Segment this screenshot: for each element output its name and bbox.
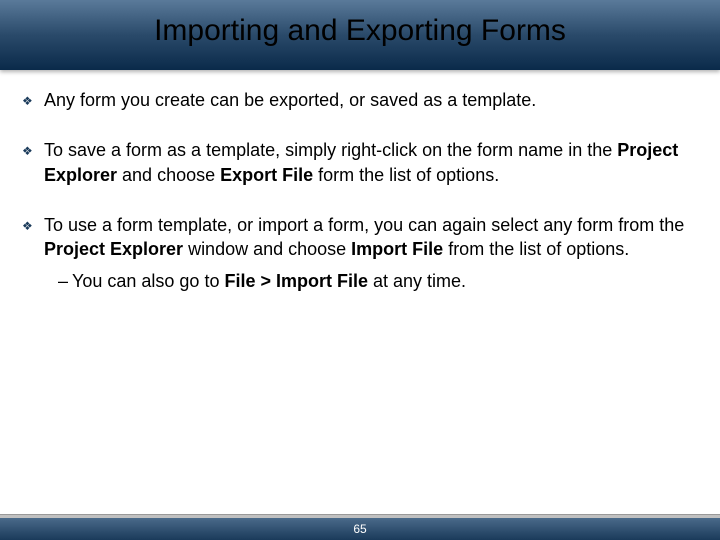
text-run: To use a form template, or import a form… [44, 215, 684, 235]
bullet-item: ❖ To use a form template, or import a fo… [22, 213, 698, 262]
text-run: from the list of options. [443, 239, 629, 259]
text-run: window and choose [183, 239, 351, 259]
diamond-bullet-icon: ❖ [22, 93, 34, 109]
slide-footer: 65 [0, 518, 720, 540]
bold-text: File > Import File [224, 271, 368, 291]
page-number: 65 [353, 522, 366, 536]
sub-bullet-item: –You can also go to File > Import File a… [58, 269, 698, 293]
text-run: at any time. [368, 271, 466, 291]
text-run: To save a form as a template, simply rig… [44, 140, 617, 160]
bold-text: Import File [351, 239, 443, 259]
diamond-bullet-icon: ❖ [22, 218, 34, 234]
diamond-bullet-icon: ❖ [22, 143, 34, 159]
text-run: and choose [117, 165, 220, 185]
bullet-item: ❖ To save a form as a template, simply r… [22, 138, 698, 187]
text-run: form the list of options. [313, 165, 499, 185]
bullet-text: To save a form as a template, simply rig… [44, 138, 698, 187]
dash-bullet-icon: – [58, 269, 72, 293]
bullet-text: To use a form template, or import a form… [44, 213, 698, 262]
bullet-item: ❖ Any form you create can be exported, o… [22, 88, 698, 112]
slide-title: Importing and Exporting Forms [0, 14, 720, 48]
bullet-text: Any form you create can be exported, or … [44, 88, 698, 112]
bold-text: Export File [220, 165, 313, 185]
text-run: You can also go to [72, 271, 224, 291]
slide-content: ❖ Any form you create can be exported, o… [0, 70, 720, 294]
bold-text: Project Explorer [44, 239, 183, 259]
slide-header: Importing and Exporting Forms [0, 0, 720, 70]
